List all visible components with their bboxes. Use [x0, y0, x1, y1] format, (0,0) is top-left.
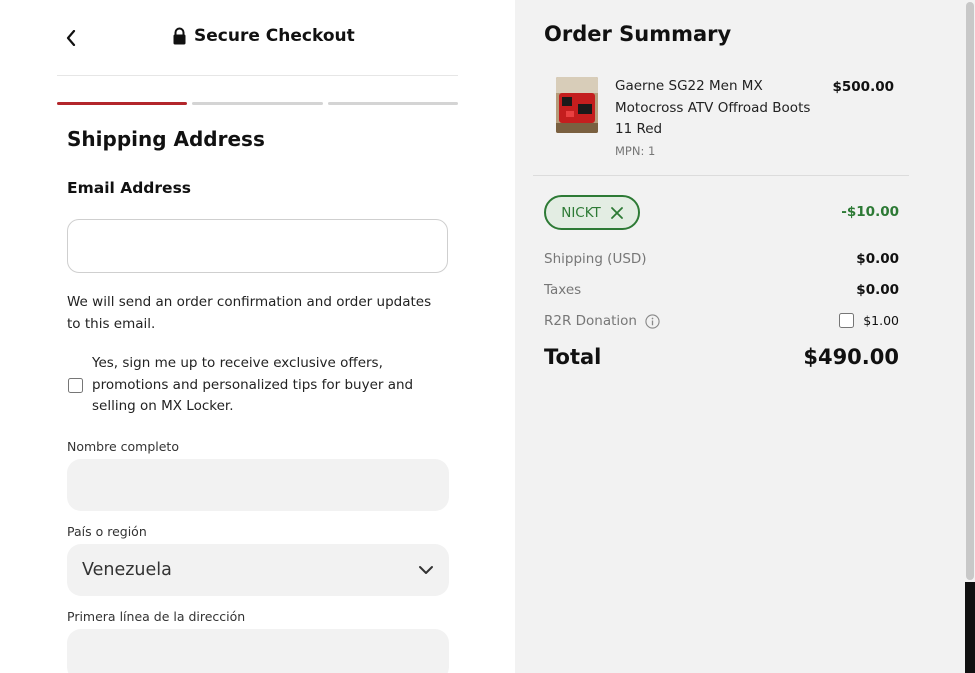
lock-icon: [173, 27, 186, 45]
country-select[interactable]: Venezuela: [67, 544, 449, 596]
shipping-cost-value: $0.00: [856, 251, 899, 267]
address-line1-label: Primera línea de la dirección: [67, 609, 246, 624]
info-icon[interactable]: [645, 313, 660, 329]
total-label: Total: [544, 345, 602, 369]
opt-in-text: Yes, sign me up to receive exclusive off…: [92, 355, 414, 414]
summary-divider: [533, 175, 909, 176]
order-summary-title: Order Summary: [544, 22, 732, 46]
taxes-value: $0.00: [856, 282, 899, 298]
total-value: $490.00: [803, 345, 899, 369]
discount-value: -$10.00: [841, 204, 899, 220]
country-select-value: Venezuela: [82, 560, 172, 580]
full-name-label: Nombre completo: [67, 439, 179, 454]
page-title-text: Secure Checkout: [194, 26, 355, 46]
chevron-down-icon: [419, 566, 433, 574]
boot-image-icon: [556, 77, 598, 133]
step-3-indicator: [327, 102, 458, 105]
coupon-badge: NICKT: [544, 195, 640, 230]
product-name: Gaerne SG22 Men MX Motocross ATV Offroad…: [615, 78, 811, 137]
email-helper-text: We will send an order confirmation and o…: [67, 294, 432, 332]
page-title: Secure Checkout: [172, 26, 355, 46]
order-summary-panel: Order Summary Gaerne SG22 Men MX Motocro…: [515, 0, 975, 673]
donation-control: $1.00: [839, 313, 899, 328]
opt-in-checkbox[interactable]: [68, 377, 83, 393]
chevron-left-icon: [66, 30, 76, 46]
page-scrollbar[interactable]: [965, 0, 975, 673]
scrollbar-track-end: [965, 582, 975, 673]
donation-label: R2R Donation: [544, 313, 637, 329]
donation-row-label: R2R Donation: [544, 313, 660, 329]
full-name-field[interactable]: [67, 459, 449, 511]
email-field[interactable]: [67, 219, 448, 273]
step-2-indicator: [192, 102, 323, 105]
product-mpn: MPN: 1: [615, 144, 656, 158]
address-line1-field[interactable]: [67, 629, 449, 673]
shipping-panel: Secure Checkout Shipping Address Email A…: [0, 0, 515, 673]
scrollbar-thumb[interactable]: [966, 2, 974, 580]
email-label: Email Address: [67, 179, 192, 197]
taxes-label: Taxes: [544, 282, 582, 298]
back-button[interactable]: [62, 28, 80, 48]
close-icon: [610, 206, 623, 219]
donation-checkbox[interactable]: [839, 313, 855, 328]
product-price: $500.00: [832, 79, 895, 95]
section-title: Shipping Address: [67, 127, 265, 151]
shipping-cost-label: Shipping (USD): [544, 251, 647, 267]
country-label: País o región: [67, 524, 147, 539]
step-1-indicator: [57, 102, 188, 105]
opt-in-row: Yes, sign me up to receive exclusive off…: [67, 353, 452, 418]
product-thumbnail: [556, 77, 598, 133]
progress-steps: [57, 102, 458, 106]
donation-value: $1.00: [863, 313, 899, 328]
coupon-code: NICKT: [561, 204, 601, 221]
remove-coupon-button[interactable]: [610, 206, 623, 219]
header-divider: [57, 75, 458, 76]
